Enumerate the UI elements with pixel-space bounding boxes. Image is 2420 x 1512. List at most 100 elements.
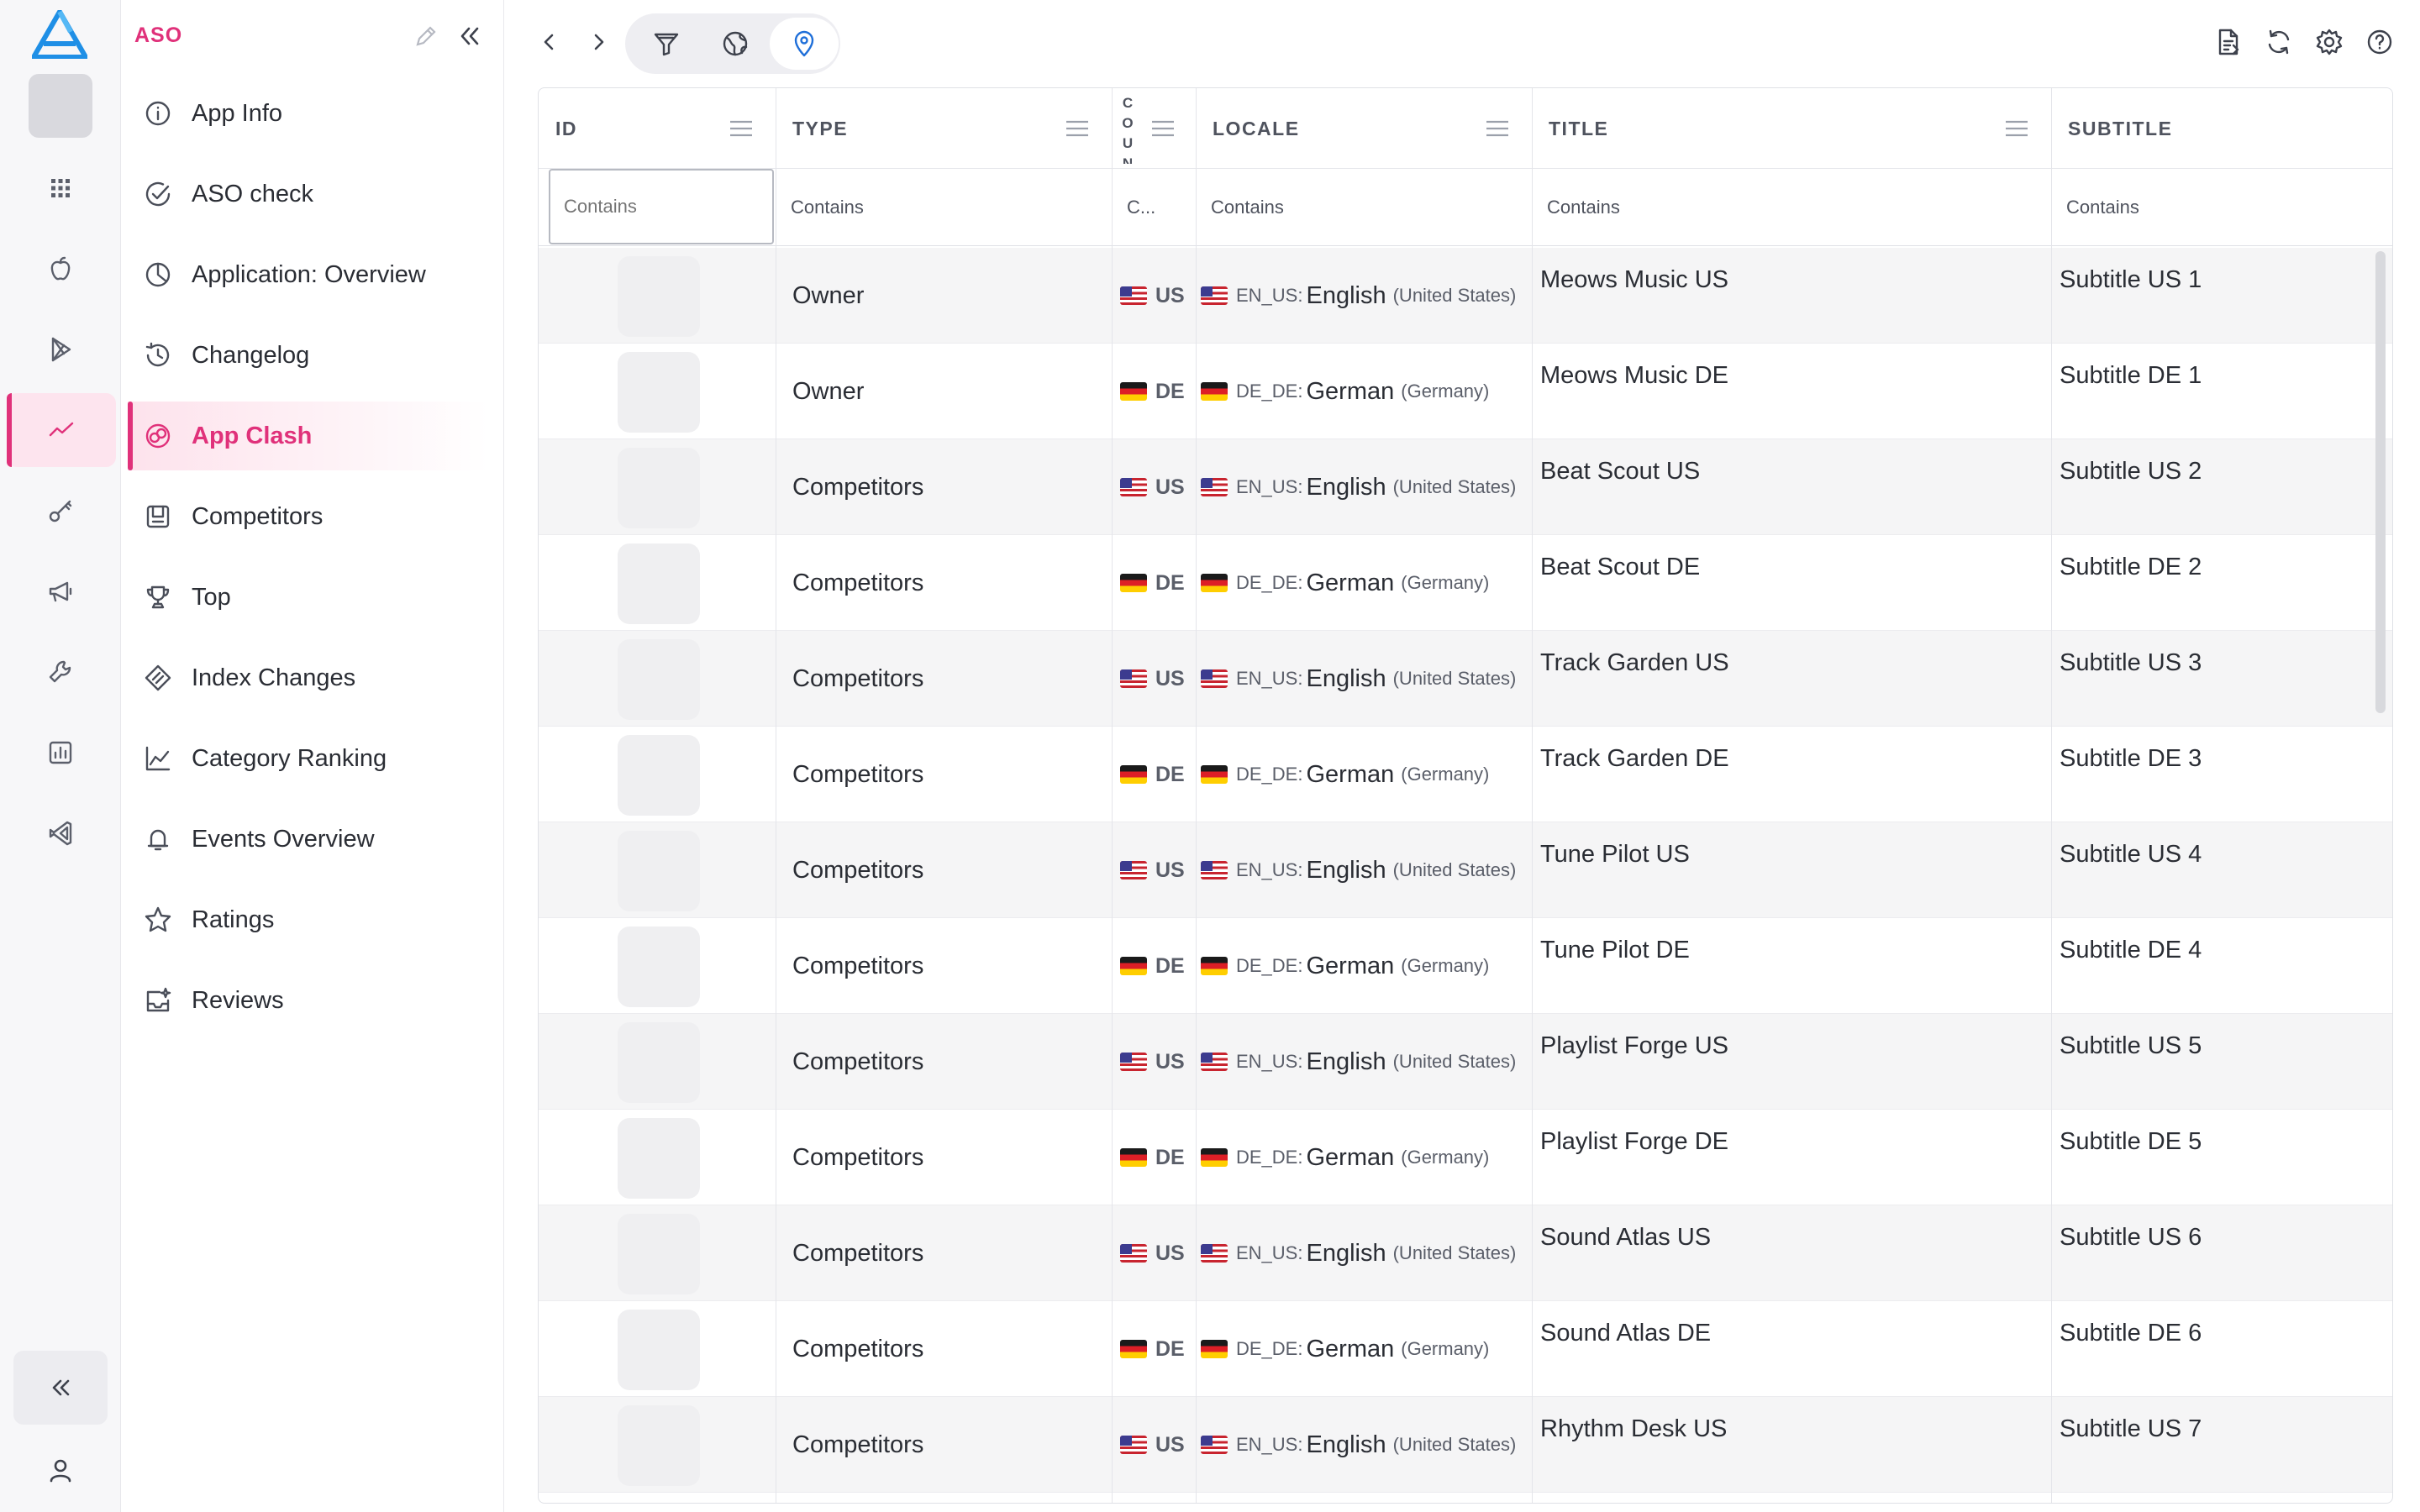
table-row[interactable]: Competitors DE DE_DE: German (Germany) Sound …: [539, 1301, 2392, 1397]
column-header-title[interactable]: TITLE: [1532, 88, 2051, 169]
type-cell: Competitors: [792, 856, 924, 884]
help-icon[interactable]: [2363, 25, 2396, 59]
sidebar-item-events-overview[interactable]: Events Overview: [128, 805, 489, 874]
app-icon-placeholder: [618, 256, 700, 337]
title-filter-input[interactable]: Contains: [1532, 169, 2051, 246]
column-separator: [2051, 88, 2052, 1503]
column-menu-icon[interactable]: [1150, 118, 1176, 139]
id-filter-input[interactable]: [549, 169, 774, 244]
country-code: DE: [1155, 1336, 1185, 1361]
column-menu-icon[interactable]: [729, 118, 754, 139]
sidebar-item-app-info[interactable]: App Info: [128, 79, 489, 148]
app-icon-placeholder: [618, 639, 700, 720]
edit-icon[interactable]: [412, 22, 440, 50]
filter-view-button[interactable]: [632, 18, 701, 70]
export-file-icon[interactable]: [2212, 25, 2245, 59]
back-button[interactable]: [529, 22, 570, 62]
flag-icon: [1120, 861, 1147, 879]
chevron-right-icon: [594, 34, 604, 50]
bell-icon: [143, 824, 173, 854]
column-header-country[interactable]: COUNTRY: [1122, 93, 1134, 164]
sidebar-item-reviews[interactable]: Reviews: [128, 966, 489, 1035]
double-chevron-left-icon: [460, 27, 479, 45]
sidebar-item-ratings[interactable]: Ratings: [128, 885, 489, 954]
table-row[interactable]: Competitors US EN_US: English (United States…: [539, 439, 2392, 535]
apps-grid-icon[interactable]: [0, 151, 121, 225]
bar-chart-icon[interactable]: [0, 716, 121, 790]
type-filter-input[interactable]: Contains: [776, 169, 1112, 246]
google-play-icon[interactable]: [0, 312, 121, 386]
vertical-scrollbar[interactable]: [2375, 251, 2386, 713]
locale-region: (United States): [1392, 668, 1517, 689]
refresh-icon[interactable]: [2262, 25, 2296, 59]
column-header-locale[interactable]: LOCALE: [1196, 88, 1532, 169]
settings-gear-icon[interactable]: [2312, 25, 2346, 59]
table-row[interactable]: Owner DE DE_DE: German (Germany) Meows Music …: [539, 344, 2392, 439]
table-row[interactable]: Competitors DE DE_DE: German (Germany) Tune P…: [539, 918, 2392, 1014]
column-header-type[interactable]: TYPE: [776, 88, 1112, 169]
subtitle-filter-input[interactable]: Contains: [2051, 169, 2392, 246]
column-menu-icon[interactable]: [1485, 118, 1510, 139]
locale-cell: EN_US: English (United States): [1201, 248, 1532, 344]
table-row[interactable]: Competitors DE DE_DE: German (Germany) Playli…: [539, 1110, 2392, 1205]
visual-studio-icon[interactable]: [0, 796, 121, 870]
locale-region: (Germany): [1401, 1147, 1490, 1168]
subtitle-cell: Subtitle DE 2: [2060, 554, 2202, 580]
key-icon[interactable]: [0, 474, 121, 548]
collapse-rail-button[interactable]: [13, 1351, 108, 1425]
locale-code: DE_DE:: [1236, 764, 1303, 785]
table-row[interactable]: Competitors DE DE_DE: German (Germany) Beat S…: [539, 535, 2392, 631]
column-menu-icon[interactable]: [2004, 118, 2029, 139]
column-header-subtitle[interactable]: SUBTITLE: [2051, 88, 2392, 169]
sidebar-item-application-overview[interactable]: Application: Overview: [128, 240, 489, 309]
sidebar-item-aso-check[interactable]: ASO check: [128, 160, 489, 228]
flag-icon: [1201, 1053, 1228, 1071]
megaphone-icon[interactable]: [0, 554, 121, 628]
column-separator: [1196, 88, 1197, 1503]
country-filter-input[interactable]: C...: [1112, 169, 1196, 246]
sidebar-item-changelog[interactable]: Changelog: [128, 321, 489, 390]
table-row[interactable]: Owner US EN_US: English (United States) Meows…: [539, 248, 2392, 344]
wrench-icon[interactable]: [0, 635, 121, 709]
subtitle-cell: Subtitle US 4: [2060, 841, 2202, 868]
flag-icon: [1120, 574, 1147, 592]
location-view-button[interactable]: [770, 18, 839, 70]
table-row[interactable]: Competitors US EN_US: English (United States…: [539, 1014, 2392, 1110]
locale-region: (United States): [1392, 1051, 1517, 1072]
sidebar-item-label: App Clash: [192, 422, 313, 449]
app-avatar[interactable]: [29, 74, 92, 138]
user-icon: [50, 1459, 71, 1483]
sidebar-item-app-clash[interactable]: App Clash: [128, 402, 489, 470]
table-row[interactable]: Competitors US EN_US: English (United States…: [539, 822, 2392, 918]
flag-icon: [1120, 957, 1147, 975]
sidebar-item-competitors[interactable]: Competitors: [128, 482, 489, 551]
table-row[interactable]: Competitors DE DE_DE: German (Germany) Track …: [539, 727, 2392, 822]
country-code: DE: [1155, 379, 1185, 403]
apple-icon[interactable]: [0, 232, 121, 306]
logo-icon[interactable]: [31, 9, 88, 60]
locale-filter-input[interactable]: Contains: [1196, 169, 1532, 246]
sidebar-item-label: Events Overview: [192, 825, 375, 853]
app-clash-icon: [143, 421, 173, 451]
country-cell: DE: [1120, 1110, 1196, 1205]
title-cell: Track Garden US: [1540, 649, 1729, 676]
flag-icon: [1120, 1244, 1147, 1263]
sidebar-item-category-ranking[interactable]: Category Ranking: [128, 724, 489, 793]
forward-button[interactable]: [578, 22, 618, 62]
trend-icon[interactable]: [7, 393, 116, 467]
collapse-sidebar-button[interactable]: [455, 22, 484, 50]
table-row[interactable]: Competitors US EN_US: English (United States…: [539, 631, 2392, 727]
locale-cell: DE_DE: German (Germany): [1201, 1110, 1532, 1205]
sidebar-item-top[interactable]: Top: [128, 563, 489, 632]
country-cell: DE: [1120, 535, 1196, 631]
id-cell: [539, 631, 776, 727]
title-cell: Beat Scout DE: [1540, 554, 1701, 580]
flag-icon: [1120, 286, 1147, 305]
locale-language: German: [1306, 1143, 1395, 1171]
user-profile-button[interactable]: [0, 1433, 121, 1507]
column-menu-icon[interactable]: [1065, 118, 1090, 139]
table-row[interactable]: Competitors US EN_US: English (United States…: [539, 1205, 2392, 1301]
globe-view-button[interactable]: [701, 18, 770, 70]
table-row[interactable]: Competitors US EN_US: English (United States…: [539, 1397, 2392, 1493]
sidebar-item-index-changes[interactable]: Index Changes: [128, 643, 489, 712]
